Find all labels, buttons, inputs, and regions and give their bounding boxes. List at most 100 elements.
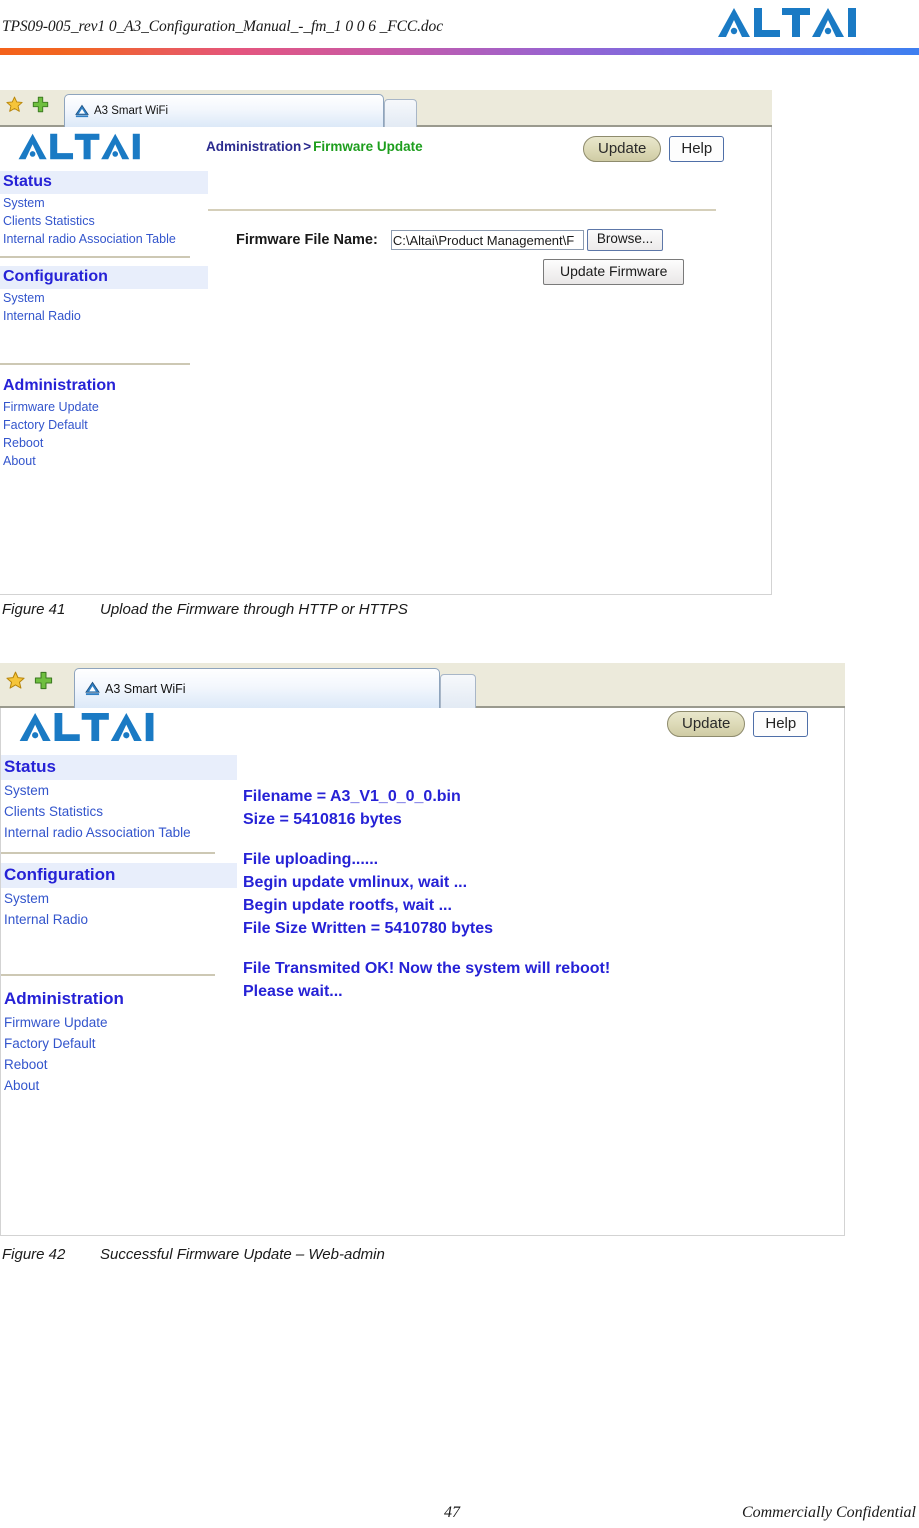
help-button[interactable]: Help bbox=[753, 711, 809, 738]
favorites-star-icon[interactable] bbox=[6, 671, 25, 690]
sidebar-item-factory-default[interactable]: Factory Default bbox=[1, 1033, 237, 1054]
browser-toolbar-icons bbox=[6, 96, 49, 113]
breadcrumb-leaf: Firmware Update bbox=[313, 139, 423, 154]
log-gap-2 bbox=[243, 940, 610, 958]
firmware-file-row: Firmware File Name: C:\Altai\Product Man… bbox=[236, 229, 664, 251]
firmware-update-form: Firmware File Name: C:\Altai\Product Man… bbox=[206, 171, 766, 286]
webadmin-page-2: Status System Clients Statistics Interna… bbox=[0, 708, 845, 1236]
figure-41-text: Upload the Firmware through HTTP or HTTP… bbox=[100, 601, 408, 618]
sidebar-item-clients-statistics[interactable]: Clients Statistics bbox=[1, 801, 237, 822]
update-button[interactable]: Update bbox=[583, 136, 662, 163]
confidentiality-note: Commercially Confidential bbox=[741, 1504, 916, 1521]
header-gradient-rule bbox=[0, 48, 919, 55]
altai-triangle-favicon bbox=[75, 104, 89, 118]
sidebar-item-internal-radio[interactable]: Internal Radio bbox=[1, 909, 237, 930]
add-favorite-plus-icon[interactable] bbox=[34, 671, 53, 690]
breadcrumb: Administration > Firmware Update bbox=[206, 139, 423, 154]
sidebar-heading-administration: Administration bbox=[4, 989, 124, 1008]
figure-42-caption: Figure 42 Successful Firmware Update – We… bbox=[2, 1246, 385, 1263]
document-header-title: TPS09-005_rev1 0_A3_Configuration_Manual… bbox=[2, 18, 443, 35]
sidebar-item-firmware-update[interactable]: Firmware Update bbox=[1, 1012, 237, 1033]
sidebar-divider-2 bbox=[1, 974, 215, 976]
sidebar-group-status: Status System Clients Statistics Interna… bbox=[1, 755, 237, 843]
document-footer: 47 Commercially Confidential bbox=[0, 1500, 919, 1528]
browser-tab-a3-smart-wifi[interactable]: A3 Smart WiFi bbox=[74, 668, 440, 708]
sidebar-group-status: Status System Clients Statistics Interna… bbox=[0, 171, 208, 248]
figure-42-screenshot: A3 Smart WiFi Status System Clients Stat… bbox=[0, 663, 845, 1236]
sidebar-item-about[interactable]: About bbox=[1, 1075, 237, 1096]
firmware-update-log: Filename = A3_V1_0_0_0.bin Size = 541081… bbox=[243, 786, 610, 1004]
document-header: TPS09-005_rev1 0_A3_Configuration_Manual… bbox=[0, 0, 919, 44]
update-button[interactable]: Update bbox=[667, 711, 746, 738]
add-favorite-plus-icon[interactable] bbox=[32, 96, 49, 113]
log-gap-1 bbox=[243, 831, 610, 849]
log-line-transmitted: File Transmited OK! Now the system will … bbox=[243, 960, 611, 978]
altai-app-logo bbox=[18, 133, 140, 160]
log-line-vmlinux: Begin update vmlinux, wait ... bbox=[243, 874, 468, 892]
favorites-star-icon[interactable] bbox=[6, 96, 23, 113]
update-firmware-button[interactable]: Update Firmware bbox=[543, 259, 685, 286]
altai-triangle-favicon bbox=[85, 681, 100, 696]
breadcrumb-separator: > bbox=[303, 139, 312, 154]
sidebar-heading-status: Status bbox=[0, 171, 208, 194]
breadcrumb-root[interactable]: Administration bbox=[206, 139, 301, 154]
sidebar-2: Status System Clients Statistics Interna… bbox=[1, 755, 237, 1096]
sidebar-item-system[interactable]: System bbox=[0, 194, 208, 212]
browse-button[interactable]: Browse... bbox=[586, 229, 664, 251]
sidebar-item-firmware-update[interactable]: Firmware Update bbox=[0, 398, 208, 416]
figure-42-text: Successful Firmware Update – Web-admin bbox=[100, 1246, 385, 1263]
log-line-size: Size = 5410816 bytes bbox=[243, 810, 402, 828]
log-line-written: File Size Written = 5410780 bytes bbox=[243, 919, 494, 937]
browser-tab-label: A3 Smart WiFi bbox=[94, 105, 169, 117]
help-button[interactable]: Help bbox=[669, 136, 725, 163]
altai-app-logo bbox=[19, 712, 154, 742]
browser-chrome-2: A3 Smart WiFi bbox=[0, 663, 845, 709]
sidebar-heading-configuration: Configuration bbox=[0, 266, 208, 289]
sidebar-group-administration: Administration Firmware Update Factory D… bbox=[0, 375, 208, 470]
log-line-rootfs: Begin update rootfs, wait ... bbox=[243, 896, 452, 914]
sidebar-item-config-system[interactable]: System bbox=[0, 289, 208, 307]
sidebar-divider-2 bbox=[0, 363, 190, 365]
browser-tab-label: A3 Smart WiFi bbox=[105, 681, 186, 696]
firmware-file-input[interactable]: C:\Altai\Product Management\F bbox=[390, 229, 584, 250]
log-line-wait: Please wait... bbox=[243, 983, 343, 1001]
sidebar-heading-administration: Administration bbox=[3, 377, 116, 394]
figure-41-topbar-buttons: Update Help bbox=[583, 136, 725, 163]
sidebar-item-clients-statistics[interactable]: Clients Statistics bbox=[0, 212, 208, 230]
sidebar-group-configuration: Configuration System Internal Radio bbox=[1, 863, 237, 930]
sidebar-item-about[interactable]: About bbox=[0, 452, 208, 470]
figure-41-screenshot: A3 Smart WiFi Administration > Firmware Up… bbox=[0, 90, 772, 595]
firmware-file-label: Firmware File Name: bbox=[236, 231, 378, 248]
figure-42-number: Figure 42 bbox=[2, 1246, 66, 1263]
log-line-filename: Filename = A3_V1_0_0_0.bin bbox=[243, 788, 461, 805]
figure-41-caption: Figure 41 Upload the Firmware through HTT… bbox=[2, 601, 408, 618]
browser-tab-new-stub[interactable] bbox=[440, 674, 476, 709]
sidebar-item-reboot[interactable]: Reboot bbox=[0, 434, 208, 452]
webadmin-page: Administration > Firmware Update Status Sy… bbox=[0, 127, 772, 595]
content-divider bbox=[208, 209, 716, 211]
sidebar-heading-status: Status bbox=[1, 755, 237, 780]
sidebar-item-reboot[interactable]: Reboot bbox=[1, 1054, 237, 1075]
sidebar-item-factory-default[interactable]: Factory Default bbox=[0, 416, 208, 434]
sidebar-divider-1 bbox=[0, 256, 190, 258]
sidebar-item-config-system[interactable]: System bbox=[1, 888, 237, 909]
figure-42-topbar-buttons: Update Help bbox=[667, 711, 809, 738]
browser-toolbar-icons-2 bbox=[6, 671, 53, 690]
log-line-uploading: File uploading...... bbox=[243, 851, 379, 869]
sidebar-item-internal-radio[interactable]: Internal Radio bbox=[0, 307, 208, 325]
sidebar-group-configuration: Configuration System Internal Radio bbox=[0, 266, 208, 325]
browser-tab-new-stub[interactable] bbox=[384, 99, 417, 128]
sidebar-item-system[interactable]: System bbox=[1, 780, 237, 801]
browser-tab-a3-smart-wifi[interactable]: A3 Smart WiFi bbox=[64, 94, 384, 127]
sidebar-item-internal-radio-association-table[interactable]: Internal radio Association Table bbox=[0, 230, 208, 248]
sidebar-divider-1 bbox=[1, 852, 215, 854]
sidebar-item-internal-radio-association-table[interactable]: Internal radio Association Table bbox=[1, 822, 237, 843]
sidebar-group-administration: Administration Firmware Update Factory D… bbox=[1, 987, 237, 1096]
browser-chrome: A3 Smart WiFi bbox=[0, 90, 772, 128]
page-number: 47 bbox=[444, 1504, 460, 1521]
sidebar-heading-configuration: Configuration bbox=[1, 863, 237, 888]
altai-logo bbox=[718, 8, 856, 37]
figure-41-number: Figure 41 bbox=[2, 601, 66, 618]
